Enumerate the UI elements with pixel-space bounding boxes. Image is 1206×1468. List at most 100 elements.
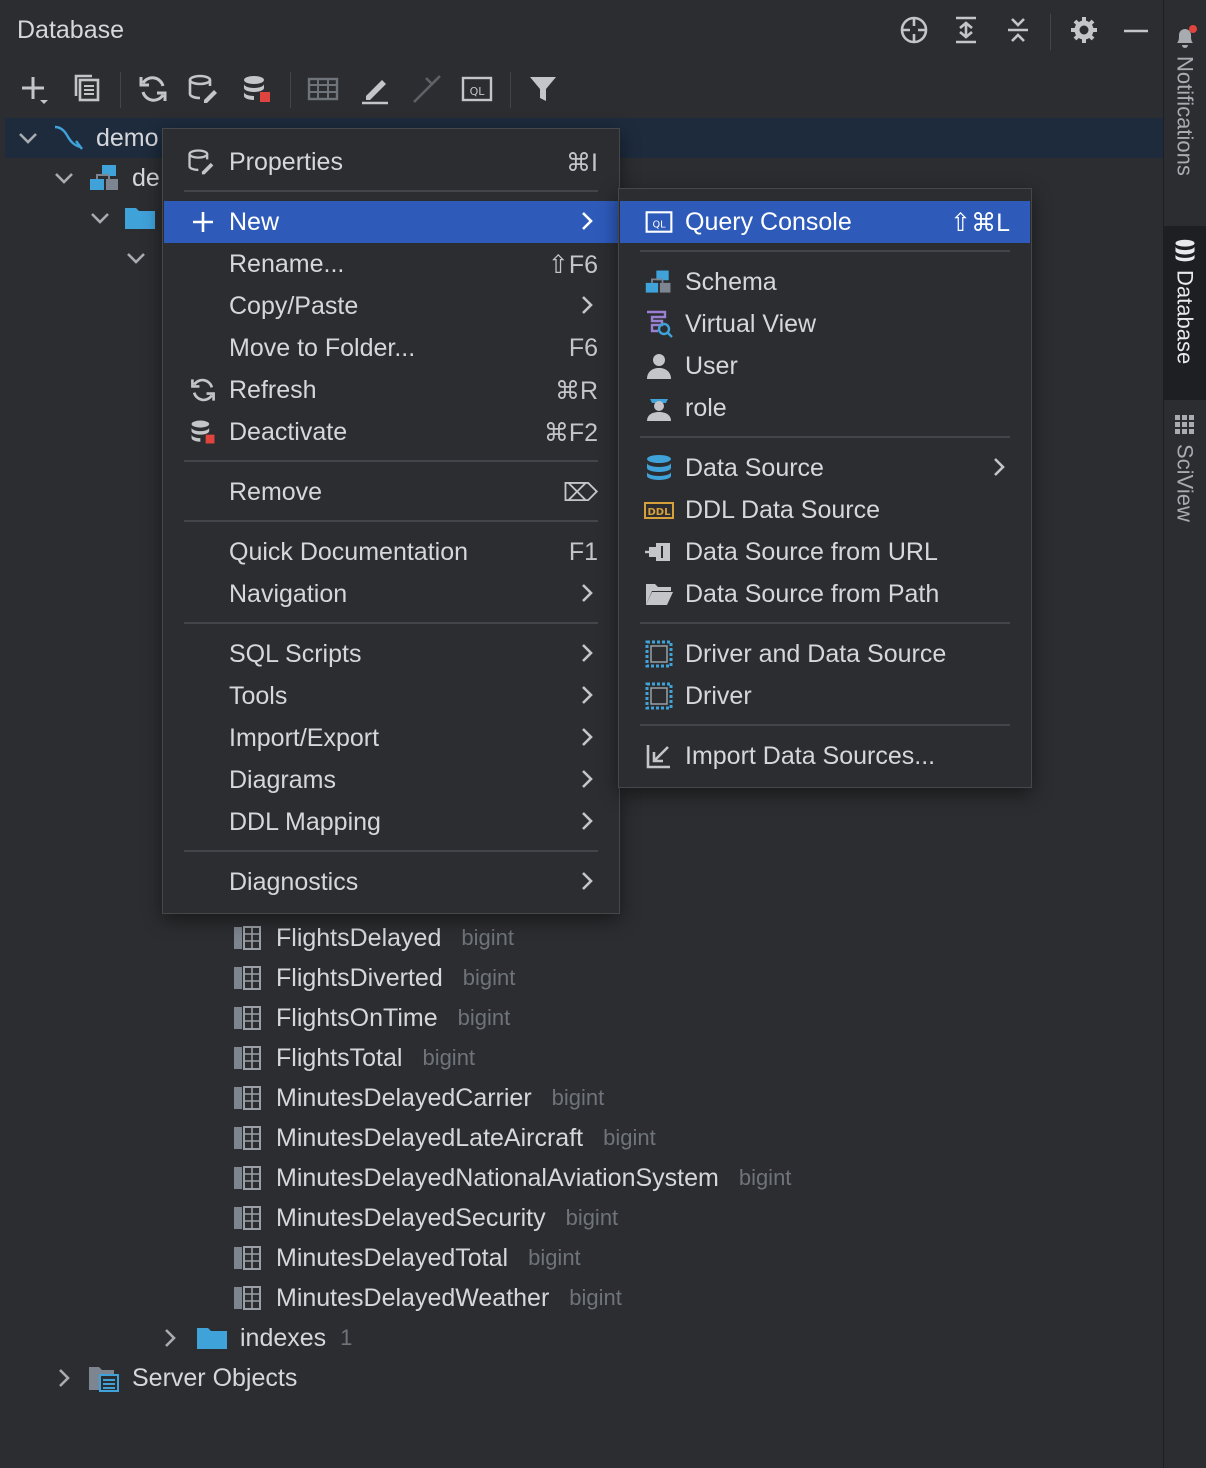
menu-item-move-to-folder[interactable]: Move to Folder... F6 [164,327,618,369]
menu-shortcut: ⌘R [554,377,598,405]
menu-item-rename[interactable]: Rename... ⇧F6 [164,243,618,285]
chevron-down-icon[interactable] [16,126,40,150]
add-icon[interactable] [18,72,52,106]
tree-row-indexes[interactable]: indexes 1 [196,1318,352,1358]
chevron-down-icon[interactable] [124,246,148,270]
svg-text:QL: QL [652,219,666,230]
menu-label: Import Data Sources... [685,742,936,770]
query-console-icon: QL [644,207,674,237]
column-row[interactable]: FlightsDiverted bigint [232,958,515,998]
submenu-item-import-data-sources[interactable]: Import Data Sources... [620,735,1030,777]
menu-label: Data Source from Path [685,580,940,608]
jump-icon[interactable] [410,72,444,106]
chevron-right-icon[interactable] [52,1366,76,1390]
menu-shortcut: F6 [568,334,598,362]
refresh-icon[interactable] [136,72,170,106]
tab-notifications[interactable]: Notifications [1163,24,1206,204]
duplicate-icon[interactable] [70,72,104,106]
menu-label: DDL Mapping [229,808,381,836]
filter-icon[interactable] [526,72,560,106]
column-row[interactable]: MinutesDelayedWeather bigint [232,1278,622,1318]
submenu-item-user[interactable]: User [620,345,1030,387]
database-icon [1172,238,1198,264]
submenu-item-data-source-url[interactable]: Data Source from URL [620,531,1030,573]
edit-icon[interactable] [358,72,392,106]
column-type: bigint [603,1125,656,1150]
indexes-count: 1 [340,1325,353,1350]
column-type: bigint [528,1245,581,1270]
gear-icon[interactable] [1068,14,1100,46]
table-icon[interactable] [306,72,340,106]
chevron-down-icon[interactable] [52,166,76,190]
column-name: MinutesDelayedTotal [276,1243,509,1272]
query-console-icon[interactable]: QL [460,72,494,106]
expand-all-icon[interactable] [950,14,982,46]
menu-item-navigation[interactable]: Navigation [164,573,618,615]
deactivate-icon[interactable] [240,72,274,106]
minimize-icon[interactable] [1120,14,1152,46]
schema-label: de [132,163,160,192]
collapse-all-icon[interactable] [1002,14,1034,46]
column-row[interactable]: FlightsTotal bigint [232,1038,475,1078]
column-type: bigint [462,965,516,990]
menu-label: Move to Folder... [229,334,416,362]
ddl-icon: DDL [644,495,674,525]
menu-item-copy-paste[interactable]: Copy/Paste [164,285,618,327]
submenu-item-ddl-data-source[interactable]: DDL DDL Data Source [620,489,1030,531]
menu-label: Virtual View [685,310,817,338]
submenu-item-schema[interactable]: Schema [620,261,1030,303]
chevron-right-icon[interactable] [158,1326,182,1350]
tree-row-schema[interactable]: de [88,158,160,198]
menu-shortcut: ⌘F2 [543,419,598,447]
panel-header: Database [0,0,1163,64]
column-row[interactable]: MinutesDelayedSecurity bigint [232,1198,618,1238]
tree-row-root[interactable]: demo [52,118,159,158]
menu-item-remove[interactable]: Remove ⌦ [164,471,618,513]
properties-icon[interactable] [186,72,220,106]
column-row[interactable]: MinutesDelayedTotal bigint [232,1238,581,1278]
menu-item-ddl-mapping[interactable]: DDL Mapping [164,801,618,843]
submenu-item-data-source[interactable]: Data Source [620,447,1030,489]
submenu-item-query-console[interactable]: QL Query Console ⇧⌘L [620,201,1030,243]
menu-item-refresh[interactable]: Refresh ⌘R [164,369,618,411]
url-plug-icon [644,537,674,567]
user-icon [644,351,674,381]
crosshair-icon[interactable] [898,14,930,46]
submenu-item-driver[interactable]: Driver [620,675,1030,717]
submenu-item-role[interactable]: role [620,387,1030,429]
menu-shortcut: ⌦ [562,479,598,507]
indexes-label: indexes [240,1323,327,1352]
column-row[interactable]: MinutesDelayedCarrier bigint [232,1078,604,1118]
virtual-view-icon [644,309,674,339]
submenu-item-driver-and-data-source[interactable]: Driver and Data Source [620,633,1030,675]
column-icon [232,1164,262,1192]
column-row[interactable]: FlightsOnTime bigint [232,998,510,1038]
tab-database[interactable]: Database [1163,226,1206,400]
tab-sciview[interactable]: SciView [1163,412,1206,542]
column-type: bigint [461,925,514,950]
menu-item-properties[interactable]: Properties ⌘I [164,141,618,183]
column-name: MinutesDelayedSecurity [276,1203,546,1232]
menu-item-sql-scripts[interactable]: SQL Scripts [164,633,618,675]
menu-item-new[interactable]: New [164,201,618,243]
menu-label: Navigation [229,580,348,608]
menu-item-diagrams[interactable]: Diagrams [164,759,618,801]
menu-item-quick-documentation[interactable]: Quick Documentation F1 [164,531,618,573]
column-row[interactable]: MinutesDelayedNationalAviationSystem bigi… [232,1158,791,1198]
submenu-item-data-source-path[interactable]: Data Source from Path [620,573,1030,615]
menu-item-tools[interactable]: Tools [164,675,618,717]
driver-icon [644,639,674,669]
column-row[interactable]: FlightsDelayed bigint [232,918,514,958]
menu-label: role [685,394,727,422]
menu-item-deactivate[interactable]: Deactivate ⌘F2 [164,411,618,453]
mysql-icon [52,123,86,153]
chevron-down-icon[interactable] [88,206,112,230]
menu-item-diagnostics[interactable]: Diagnostics [164,861,618,903]
tree-row-server-objects[interactable]: Server Objects [88,1358,297,1398]
submenu-item-virtual-view[interactable]: Virtual View [620,303,1030,345]
column-name: FlightsDiverted [276,963,443,992]
column-row[interactable]: MinutesDelayedLateAircraft bigint [232,1118,656,1158]
column-icon [232,1284,262,1312]
menu-item-import-export[interactable]: Import/Export [164,717,618,759]
open-folder-icon [644,579,674,609]
